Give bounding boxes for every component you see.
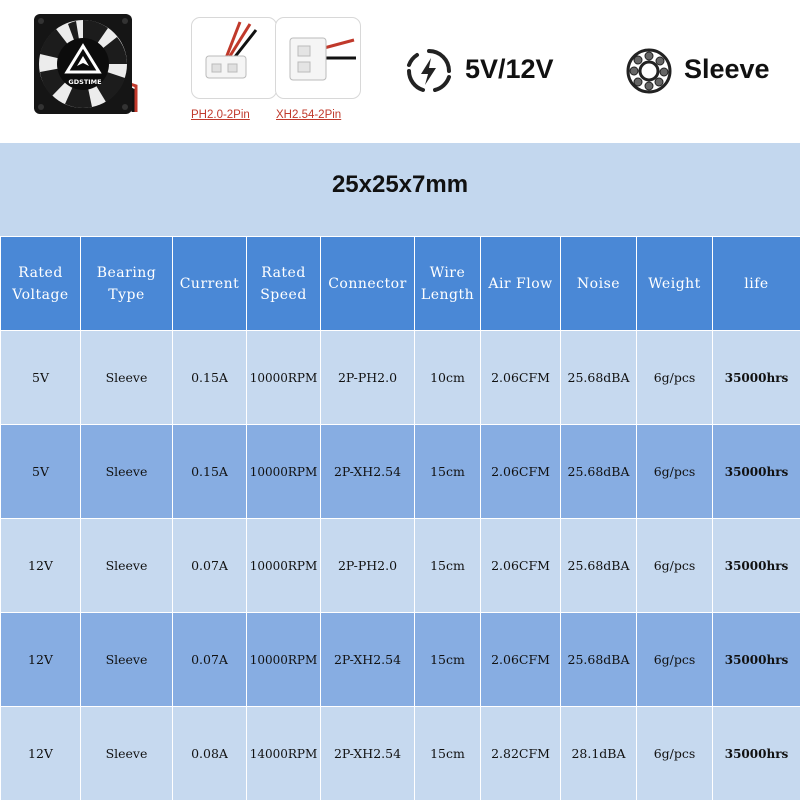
cell-bearing: Sleeve — [81, 425, 173, 519]
cell-current: 0.07A — [173, 613, 247, 707]
power-lightning-icon — [405, 47, 453, 95]
cell-voltage: 5V — [1, 425, 81, 519]
cell-current: 0.08A — [173, 707, 247, 801]
cell-air-flow: 2.06CFM — [481, 425, 561, 519]
table-row: 12V Sleeve 0.07A 10000RPM 2P-XH2.54 15cm… — [1, 613, 800, 707]
cell-voltage: 5V — [1, 331, 81, 425]
cell-weight: 6g/pcs — [637, 613, 713, 707]
header-rated-voltage: RatedVoltage — [1, 237, 81, 331]
cell-current: 0.15A — [173, 331, 247, 425]
header-wire-length: WireLength — [415, 237, 481, 331]
table-row: 12V Sleeve 0.07A 10000RPM 2P-PH2.0 15cm … — [1, 519, 800, 613]
cell-noise: 28.1dBA — [561, 707, 637, 801]
cell-speed: 10000RPM — [247, 331, 321, 425]
cell-noise: 25.68dBA — [561, 613, 637, 707]
cell-life: 35000hrs — [713, 331, 800, 425]
header-connector: Connector — [321, 237, 415, 331]
header-noise: Noise — [561, 237, 637, 331]
cell-wire-length: 10cm — [415, 331, 481, 425]
cell-speed: 10000RPM — [247, 613, 321, 707]
product-header-strip: GDSTIME PH2.0-2Pin XH2.54-2Pin — [0, 0, 800, 143]
header-current: Current — [173, 237, 247, 331]
cell-connector: 2P-PH2.0 — [321, 331, 415, 425]
cell-voltage: 12V — [1, 613, 81, 707]
cell-air-flow: 2.82CFM — [481, 707, 561, 801]
dimensions-title: 25x25x7mm — [0, 171, 800, 199]
cell-wire-length: 15cm — [415, 613, 481, 707]
bearing-icon — [625, 47, 673, 95]
connector-xh-label: XH2.54-2Pin — [276, 109, 341, 121]
cell-weight: 6g/pcs — [637, 519, 713, 613]
cell-speed: 10000RPM — [247, 519, 321, 613]
cell-speed: 14000RPM — [247, 707, 321, 801]
cell-air-flow: 2.06CFM — [481, 331, 561, 425]
cell-weight: 6g/pcs — [637, 331, 713, 425]
table-row: 5V Sleeve 0.15A 10000RPM 2P-PH2.0 10cm 2… — [1, 331, 800, 425]
header-weight: Weight — [637, 237, 713, 331]
brand-logo-text: GDSTIME — [52, 78, 118, 86]
cell-voltage: 12V — [1, 519, 81, 613]
cell-bearing: Sleeve — [81, 331, 173, 425]
cell-weight: 6g/pcs — [637, 707, 713, 801]
connector-ph-label: PH2.0-2Pin — [191, 109, 250, 121]
bearing-spec: Sleeve — [684, 54, 770, 85]
cell-life: 35000hrs — [713, 613, 800, 707]
fan-image: GDSTIME — [32, 12, 138, 120]
cell-current: 0.15A — [173, 425, 247, 519]
cell-bearing: Sleeve — [81, 613, 173, 707]
cell-current: 0.07A — [173, 519, 247, 613]
voltage-spec: 5V/12V — [465, 54, 554, 85]
cell-life: 35000hrs — [713, 519, 800, 613]
cell-wire-length: 15cm — [415, 425, 481, 519]
cell-connector: 2P-XH2.54 — [321, 425, 415, 519]
cell-noise: 25.68dBA — [561, 519, 637, 613]
table-row: 12V Sleeve 0.08A 14000RPM 2P-XH2.54 15cm… — [1, 707, 800, 801]
cell-connector: 2P-PH2.0 — [321, 519, 415, 613]
cell-wire-length: 15cm — [415, 707, 481, 801]
header-air-flow: Air Flow — [481, 237, 561, 331]
cell-noise: 25.68dBA — [561, 425, 637, 519]
header-rated-speed: RatedSpeed — [247, 237, 321, 331]
cell-noise: 25.68dBA — [561, 331, 637, 425]
cell-weight: 6g/pcs — [637, 425, 713, 519]
connector-ph-image — [191, 17, 277, 99]
cell-connector: 2P-XH2.54 — [321, 613, 415, 707]
table-header-row: RatedVoltage BearingType Current RatedSp… — [1, 237, 800, 331]
cell-voltage: 12V — [1, 707, 81, 801]
cell-life: 35000hrs — [713, 707, 800, 801]
connector-plug-icon — [192, 18, 276, 98]
spec-table: RatedVoltage BearingType Current RatedSp… — [0, 236, 800, 801]
cell-air-flow: 2.06CFM — [481, 519, 561, 613]
cell-speed: 10000RPM — [247, 425, 321, 519]
cell-bearing: Sleeve — [81, 519, 173, 613]
fan-icon — [32, 12, 138, 120]
cell-air-flow: 2.06CFM — [481, 613, 561, 707]
cell-connector: 2P-XH2.54 — [321, 707, 415, 801]
header-bearing-type: BearingType — [81, 237, 173, 331]
connector-plug-icon — [276, 18, 360, 98]
header-life: life — [713, 237, 800, 331]
connector-xh-image — [275, 17, 361, 99]
cell-wire-length: 15cm — [415, 519, 481, 613]
cell-life: 35000hrs — [713, 425, 800, 519]
table-row: 5V Sleeve 0.15A 10000RPM 2P-XH2.54 15cm … — [1, 425, 800, 519]
cell-bearing: Sleeve — [81, 707, 173, 801]
